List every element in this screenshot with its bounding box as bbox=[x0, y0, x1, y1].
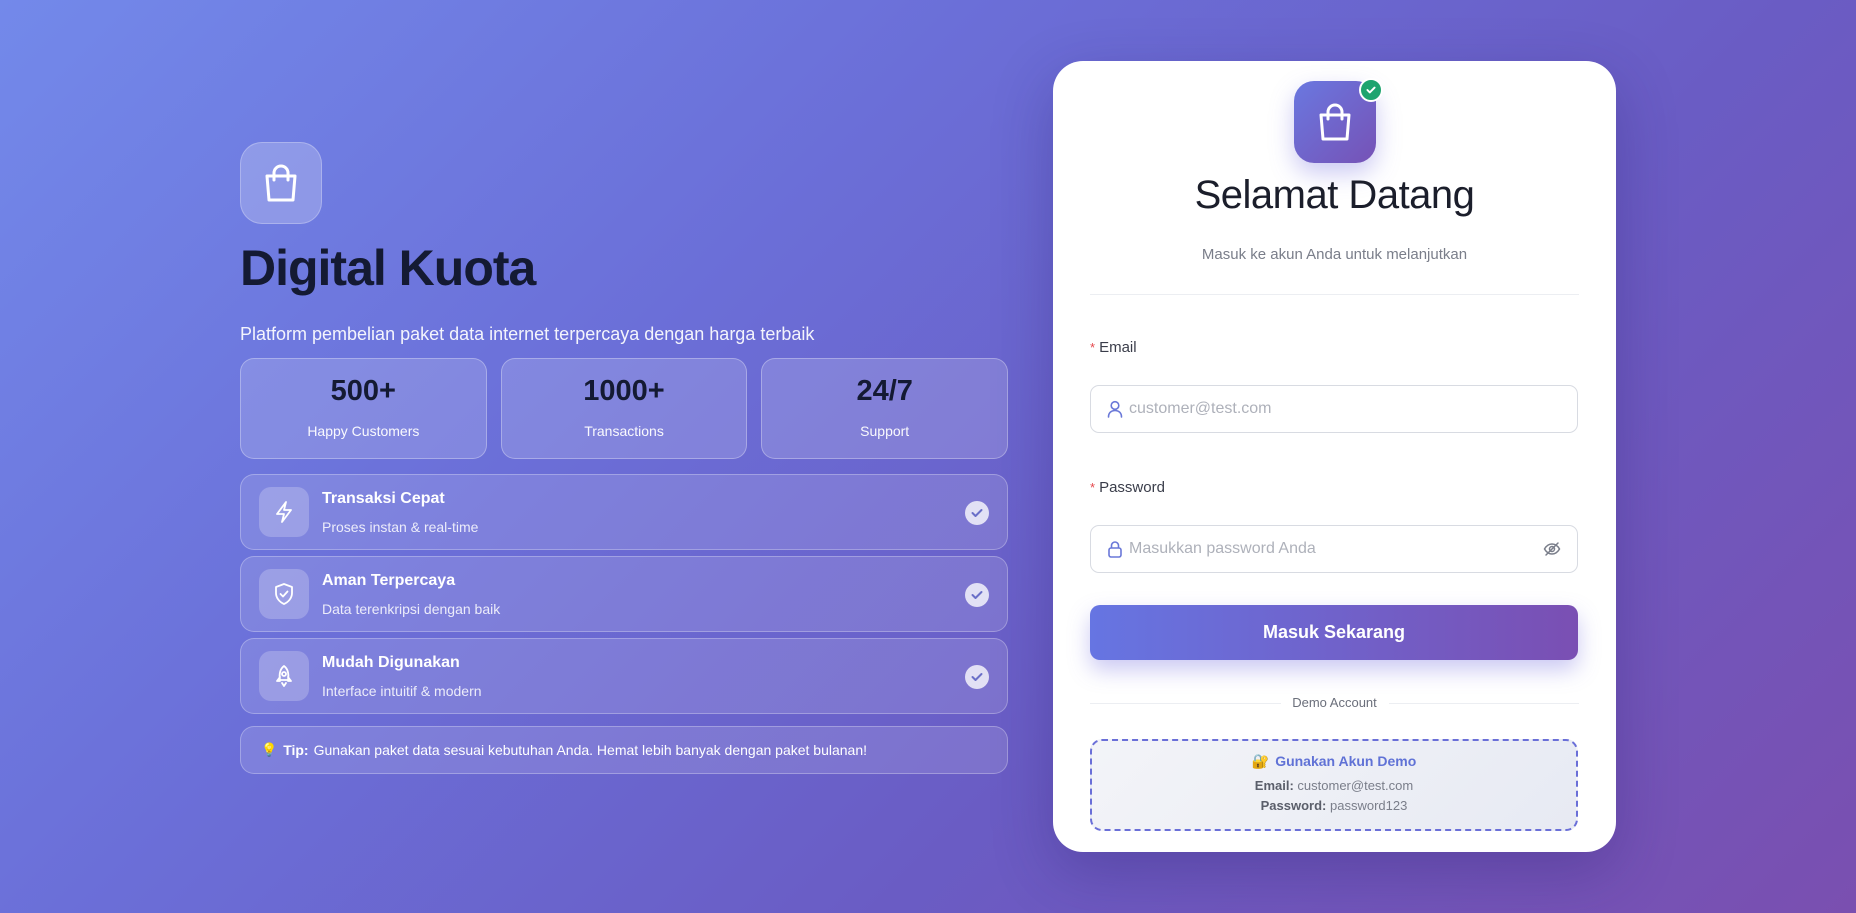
password-label: * Password bbox=[1090, 479, 1165, 496]
stats-row: 500+ Happy Customers 1000+ Transactions … bbox=[240, 358, 1009, 459]
lightbulb-icon: 💡 bbox=[261, 742, 278, 757]
feature-item-easy: Mudah Digunakan Interface intuitif & mod… bbox=[240, 638, 1008, 714]
brand-subtitle: Platform pembelian paket data internet t… bbox=[240, 324, 815, 344]
demo-email-line: Email: customer@test.com bbox=[1092, 778, 1576, 793]
shield-check-icon bbox=[275, 583, 293, 605]
stat-label: Happy Customers bbox=[307, 423, 420, 439]
login-title: Selamat Datang bbox=[1194, 173, 1475, 217]
required-mark: * bbox=[1090, 480, 1096, 495]
stat-value: 24/7 bbox=[856, 375, 913, 407]
stat-value: 1000+ bbox=[583, 375, 665, 407]
password-label-text: Password bbox=[1099, 479, 1165, 496]
tip-label: Tip: bbox=[283, 742, 309, 758]
shopping-bag-icon bbox=[1319, 103, 1351, 141]
email-label: * Email bbox=[1090, 339, 1137, 356]
lightning-icon bbox=[276, 501, 292, 523]
brand-panel: Digital Kuota Platform pembelian paket d… bbox=[240, 142, 1009, 774]
feature-title: Transaksi Cepat bbox=[322, 489, 445, 507]
demo-password-key: Password: bbox=[1260, 798, 1327, 813]
demo-password-value: password123 bbox=[1330, 798, 1408, 813]
demo-email-value: customer@test.com bbox=[1297, 778, 1414, 793]
login-card: Selamat Datang Masuk ke akun Anda untuk … bbox=[1053, 61, 1616, 852]
stat-label: Transactions bbox=[584, 423, 664, 439]
demo-email-key: Email: bbox=[1254, 778, 1294, 793]
feature-desc: Proses instan & real-time bbox=[322, 518, 479, 535]
password-field[interactable] bbox=[1090, 525, 1578, 573]
divider bbox=[1090, 294, 1579, 295]
feature-icon-box bbox=[259, 651, 309, 701]
tip-banner: 💡 Tip: Gunakan paket data sesuai kebutuh… bbox=[240, 726, 1008, 774]
password-input[interactable] bbox=[1129, 540, 1543, 558]
feature-item-secure: Aman Terpercaya Data terenkripsi dengan … bbox=[240, 556, 1008, 632]
brand-title: Digital Kuota bbox=[240, 240, 536, 296]
stat-label: Support bbox=[860, 423, 910, 439]
stat-value: 500+ bbox=[330, 375, 396, 407]
check-icon bbox=[965, 665, 989, 689]
feature-icon-box bbox=[259, 569, 309, 619]
feature-title: Aman Terpercaya bbox=[322, 571, 456, 589]
feature-list: Transaksi Cepat Proses instan & real-tim… bbox=[240, 474, 1008, 714]
check-icon bbox=[965, 583, 989, 607]
verified-badge-icon bbox=[1359, 78, 1383, 102]
email-label-text: Email bbox=[1099, 339, 1137, 356]
stat-card-transactions: 1000+ Transactions bbox=[500, 358, 748, 459]
login-logo bbox=[1294, 78, 1383, 163]
demo-title-text: Gunakan Akun Demo bbox=[1275, 753, 1417, 769]
demo-account-box[interactable]: 🔐 Gunakan Akun Demo Email: customer@test.… bbox=[1090, 739, 1578, 831]
tip-text: Gunakan paket data sesuai kebutuhan Anda… bbox=[313, 742, 868, 758]
demo-password-line: Password: password123 bbox=[1092, 798, 1576, 813]
user-icon bbox=[1107, 400, 1123, 418]
stat-card-customers: 500+ Happy Customers bbox=[240, 358, 487, 459]
feature-icon-box bbox=[259, 487, 309, 537]
lock-icon: 🔐 bbox=[1251, 753, 1270, 769]
feature-item-fast: Transaksi Cepat Proses instan & real-tim… bbox=[240, 474, 1008, 550]
feature-desc: Data terenkripsi dengan baik bbox=[322, 600, 501, 617]
email-field[interactable] bbox=[1090, 385, 1578, 433]
login-submit-button[interactable]: Masuk Sekarang bbox=[1090, 605, 1578, 660]
login-subtitle: Masuk ke akun Anda untuk melanjutkan bbox=[1201, 246, 1468, 263]
demo-separator-label: Demo Account bbox=[1280, 695, 1389, 711]
demo-separator: Demo Account bbox=[1090, 695, 1579, 711]
lock-icon bbox=[1108, 541, 1122, 558]
eye-slash-icon[interactable] bbox=[1543, 541, 1561, 557]
email-input[interactable] bbox=[1129, 400, 1561, 418]
rocket-icon bbox=[276, 665, 292, 687]
stat-card-support: 24/7 Support bbox=[761, 358, 1009, 459]
shopping-bag-icon bbox=[265, 164, 297, 202]
demo-title[interactable]: 🔐 Gunakan Akun Demo bbox=[1092, 753, 1576, 770]
check-icon bbox=[965, 501, 989, 525]
feature-desc: Interface intuitif & modern bbox=[322, 682, 482, 699]
required-mark: * bbox=[1090, 340, 1096, 355]
feature-title: Mudah Digunakan bbox=[322, 653, 460, 671]
brand-logo bbox=[240, 142, 322, 224]
